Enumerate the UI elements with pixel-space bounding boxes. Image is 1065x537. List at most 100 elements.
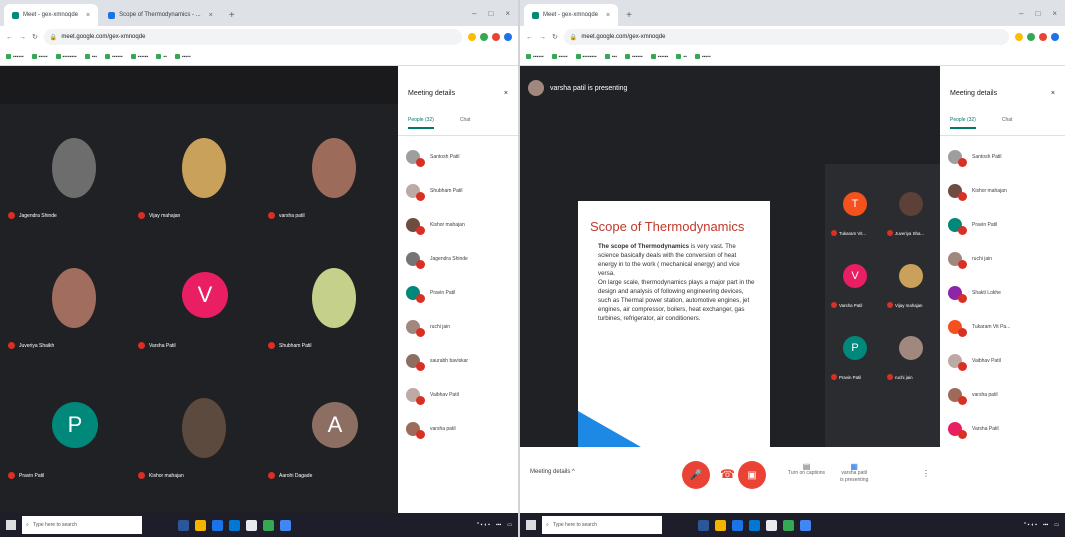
people-row[interactable]: ruchi jain [406,310,510,344]
profile-icon[interactable] [1051,33,1059,41]
people-row[interactable]: Kishor mahajan [948,174,1057,208]
presenting-button[interactable]: ▦ varsha patil is presenting [840,463,868,484]
participant-tile[interactable]: P Pravin Patil [8,392,138,512]
people-row[interactable]: Santosh Patil [406,140,510,174]
people-row[interactable]: Tukaram Vit Pa... [948,310,1057,344]
task-view-icon[interactable] [178,519,189,531]
people-row[interactable]: Shakti Lokhe [948,276,1057,310]
captions-button[interactable]: ▤ Turn on captions [788,463,825,477]
participant-tile[interactable]: Juveriya Shaikh [8,262,138,382]
mic-off-button[interactable]: 🎤 [682,461,710,489]
tray-icons[interactable]: ^ ▪ ◖ ▪ [1024,522,1037,528]
profile-icon[interactable] [504,33,512,41]
extension-icon[interactable] [468,33,476,41]
url-field[interactable]: 🔒 meet.google.com/gex-xmnoqde [43,29,462,45]
participant-tile[interactable]: V Varsha Patil [138,262,268,382]
bookmark[interactable]: ▪▪▪▪▪ [174,54,191,60]
people-row[interactable]: Kishor mahajan [406,208,510,242]
windows-start-icon[interactable] [6,520,16,530]
strip-tile[interactable]: ruchi jain [883,330,939,400]
new-tab-icon[interactable]: + [620,10,638,26]
extension-icon[interactable] [1039,33,1047,41]
camera-off-button[interactable]: ▣ [738,461,766,489]
participant-tile[interactable]: A Aarohi Dagade [268,392,398,512]
forward-icon[interactable]: → [539,34,546,41]
people-row[interactable]: Santosh Patil [948,140,1057,174]
tab-chat[interactable]: Chat [460,117,471,129]
bookmark[interactable]: ▪▪ [676,54,687,60]
tab-people[interactable]: People (32) [408,117,434,129]
close-tab-icon[interactable]: × [86,12,90,19]
notification-icon[interactable]: ▭ [507,522,512,528]
bookmark[interactable]: ▪▪▪▪▪ [31,54,48,60]
mail-icon[interactable] [749,519,760,531]
people-row[interactable]: Shubham Patil [406,174,510,208]
clock-icon[interactable]: ▪▪▪ [496,522,501,528]
extension-icon[interactable] [1015,33,1023,41]
back-icon[interactable]: ← [6,34,13,41]
close-panel-icon[interactable]: × [504,90,508,97]
tab-slides[interactable]: Scope of Thermodynamics - ... × [100,4,221,26]
participant-tile[interactable]: Vijay mahajan [138,132,268,252]
bookmark[interactable]: ▪▪▪▪▪▪ [130,54,148,60]
file-explorer-icon[interactable] [195,519,206,531]
maximize-icon[interactable]: □ [488,9,493,18]
minimize-icon[interactable]: – [472,9,476,18]
people-row[interactable]: ruchi jain [948,242,1057,276]
people-row[interactable]: varsha patil [948,378,1057,412]
participant-tile[interactable]: Jagendra Shinde [8,132,138,252]
bookmark[interactable]: ▪▪ [156,54,167,60]
close-panel-icon[interactable]: × [1051,90,1055,97]
bookmark[interactable]: ▪▪▪▪▪▪ [526,54,544,60]
back-icon[interactable]: ← [526,34,533,41]
tab-meet[interactable]: Meet - gex-xmnoqde × [524,4,619,26]
tab-meet[interactable]: Meet - gex-xmnoqde × [4,4,99,26]
store-icon[interactable] [246,519,257,531]
minimize-icon[interactable]: – [1019,9,1023,18]
tray-icons[interactable]: ^ ▪ ◖ ▪ [477,522,490,528]
participant-tile[interactable]: varsha patil [268,132,398,252]
clock-icon[interactable]: ▪▪▪ [1043,522,1048,528]
extension-icon[interactable] [480,33,488,41]
people-row[interactable]: Vaibhav Patil [948,344,1057,378]
people-row[interactable]: Pravin Patil [948,208,1057,242]
bookmark[interactable]: ▪▪▪▪▪▪ [6,54,24,60]
mail-icon[interactable] [229,519,240,531]
url-field[interactable]: 🔒 meet.google.com/gex-xmnoqde [563,29,1009,45]
app-icon[interactable] [800,519,811,531]
close-window-icon[interactable]: × [1052,9,1057,18]
store-icon[interactable] [766,519,777,531]
taskbar-search[interactable]: ⌕ Type here to search [542,516,662,534]
people-row[interactable]: varsha patil [406,412,510,446]
more-options-icon[interactable]: ⋮ [922,469,930,478]
close-tab-icon[interactable]: × [606,12,610,19]
people-row[interactable]: Varsha Patil [948,412,1057,446]
people-row[interactable]: Pravin Patil [406,276,510,310]
people-row[interactable]: saurabh baviskar [406,344,510,378]
reload-icon[interactable]: ↻ [32,33,38,41]
bookmark[interactable]: ▪▪▪▪▪▪ [105,54,123,60]
meeting-details-button[interactable]: Meeting details ^ [530,469,575,475]
new-tab-icon[interactable]: + [223,10,241,26]
people-row[interactable]: Vaibhav Patil [406,378,510,412]
bookmark[interactable]: ▪▪▪ [84,54,97,60]
bookmark[interactable]: ▪▪▪▪▪▪ [625,54,643,60]
strip-tile[interactable]: P Pravin Patil [827,330,883,400]
edge-icon[interactable] [732,519,743,531]
bookmark[interactable]: ▪▪▪▪▪ [694,54,711,60]
bookmark[interactable]: ▪▪▪▪▪▪ [650,54,668,60]
tab-chat[interactable]: Chat [1002,117,1013,129]
windows-start-icon[interactable] [526,520,536,530]
close-window-icon[interactable]: × [505,9,510,18]
extension-icon[interactable] [492,33,500,41]
strip-tile[interactable]: Juveriya Sha... [883,186,939,256]
bookmark[interactable]: ▪▪▪▪▪ [551,54,568,60]
strip-tile[interactable]: V Varsha Patil [827,258,883,328]
chrome-icon[interactable] [263,519,274,531]
tab-people[interactable]: People (32) [950,117,976,129]
app-icon[interactable] [280,519,291,531]
bookmark[interactable]: ▪▪▪ [604,54,617,60]
participant-tile[interactable]: Kishor mahajan [138,392,268,512]
taskbar-search[interactable]: ⌕ Type here to search [22,516,142,534]
file-explorer-icon[interactable] [715,519,726,531]
